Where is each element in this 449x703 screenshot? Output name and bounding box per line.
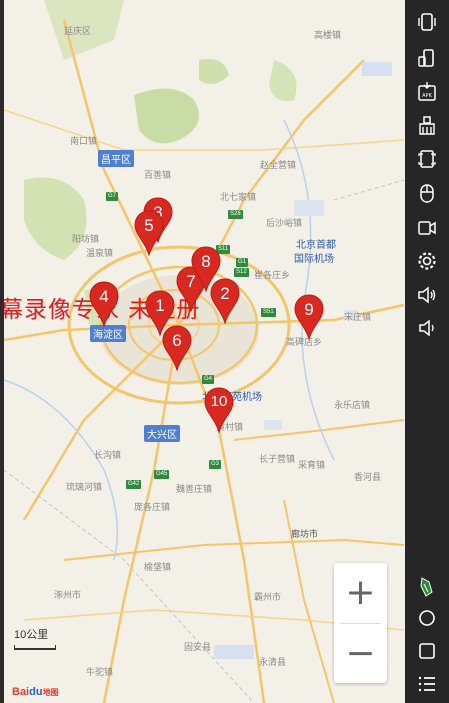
scale-bar	[14, 645, 56, 650]
road-shield: S28	[228, 210, 243, 219]
map-marker-8[interactable]: 8	[190, 246, 222, 292]
place-label: 香河县	[354, 472, 382, 482]
settings-icon[interactable]	[413, 249, 441, 273]
marker-number: 1	[155, 296, 165, 315]
marker-number: 9	[304, 300, 314, 319]
volume-up-icon[interactable]	[413, 283, 441, 307]
baidu-map-view[interactable]: 昌平区 海淀区 大兴区 北京首都国际机场北京南苑机场廊坊市百善镇北七家镇赵全营镇…	[4, 0, 405, 703]
road-shield: S51	[261, 308, 276, 317]
place-label: 霸州市	[254, 592, 282, 602]
place-label: 国际机场	[294, 254, 334, 265]
place-label: 温泉镇	[86, 248, 114, 258]
logo-text-c: 地图	[42, 688, 59, 697]
place-label: 琉璃河镇	[66, 482, 103, 492]
district-label-daxing: 大兴区	[144, 425, 180, 442]
place-label: 长沟镇	[94, 450, 122, 460]
video-record-icon[interactable]	[413, 215, 441, 239]
apk-install-icon[interactable]: APK	[413, 80, 441, 104]
place-label: 高楼镇	[314, 30, 342, 40]
road-shield: S12	[234, 268, 249, 277]
menu-icon[interactable]	[413, 672, 441, 696]
logo-text-b: du	[29, 686, 43, 698]
place-label: 延庆区	[64, 26, 92, 36]
place-label: 榆垡镇	[144, 562, 172, 572]
rotate-icon[interactable]	[413, 46, 441, 70]
volume-down-icon[interactable]	[413, 316, 441, 340]
shake-icon[interactable]	[413, 10, 441, 34]
place-label: 宋庄镇	[344, 312, 372, 322]
marker-number: 6	[172, 331, 182, 350]
marker-number: 10	[210, 393, 228, 410]
place-label: 后沙峪镇	[266, 218, 303, 228]
road-shield: G45	[154, 470, 170, 479]
clean-icon[interactable]	[413, 114, 441, 138]
apk-text: APK	[422, 93, 432, 99]
zoom-in-button[interactable]: +	[334, 563, 387, 622]
place-label: 阳坊镇	[72, 234, 100, 244]
road-shield: G1	[236, 258, 249, 267]
district-label-haidian: 海淀区	[90, 325, 126, 342]
place-label: 魏善庄镇	[176, 484, 213, 494]
place-label: 庞各庄镇	[134, 502, 171, 512]
map-marker-9[interactable]: 9	[293, 294, 325, 340]
marker-number: 8	[201, 252, 211, 271]
marker-number: 4	[99, 287, 109, 306]
place-label: 廊坊市	[291, 529, 319, 539]
road-shield: G42	[126, 480, 142, 489]
place-label: 崔各庄乡	[254, 270, 291, 280]
place-label: 固安县	[184, 642, 212, 652]
place-label: 长子营镇	[259, 454, 296, 464]
place-label: 牛驼镇	[86, 667, 114, 677]
scale-label: 10公里	[14, 629, 49, 641]
mouse-icon[interactable]	[413, 181, 441, 205]
district-label-changping: 昌平区	[98, 150, 134, 167]
place-label: 永乐店镇	[334, 400, 371, 410]
place-label: 南口镇	[70, 136, 98, 146]
home-icon[interactable]	[413, 606, 441, 630]
map-marker-10[interactable]: 10	[203, 387, 235, 433]
map-marker-6[interactable]: 6	[161, 325, 193, 371]
place-label: 北京首都	[296, 240, 336, 251]
logo-text-a: Bai	[12, 686, 30, 698]
virtual-keyboard-icon[interactable]	[413, 575, 441, 599]
place-label: 涿州市	[54, 590, 82, 600]
place-label: 赵全营镇	[260, 160, 297, 170]
map-marker-4[interactable]: 4	[88, 281, 120, 327]
road-shield: G4	[202, 375, 215, 384]
marker-number: 5	[144, 216, 154, 235]
place-label: 采育镇	[298, 460, 326, 470]
place-label: 永清县	[259, 657, 287, 667]
screenshot-icon[interactable]	[413, 147, 441, 171]
road-shield: G3	[209, 460, 222, 469]
road-shield: G7	[106, 192, 119, 201]
map-marker-5[interactable]: 5	[133, 210, 165, 256]
overview-icon[interactable]	[413, 639, 441, 663]
place-label: 北七家镇	[220, 192, 257, 202]
baidu-map-logo: Baidu地图	[12, 686, 59, 698]
emulator-side-toolbar: APK	[405, 0, 449, 703]
place-label: 百善镇	[144, 170, 172, 180]
zoom-control: + −	[334, 563, 387, 683]
zoom-out-button[interactable]: −	[334, 624, 387, 683]
